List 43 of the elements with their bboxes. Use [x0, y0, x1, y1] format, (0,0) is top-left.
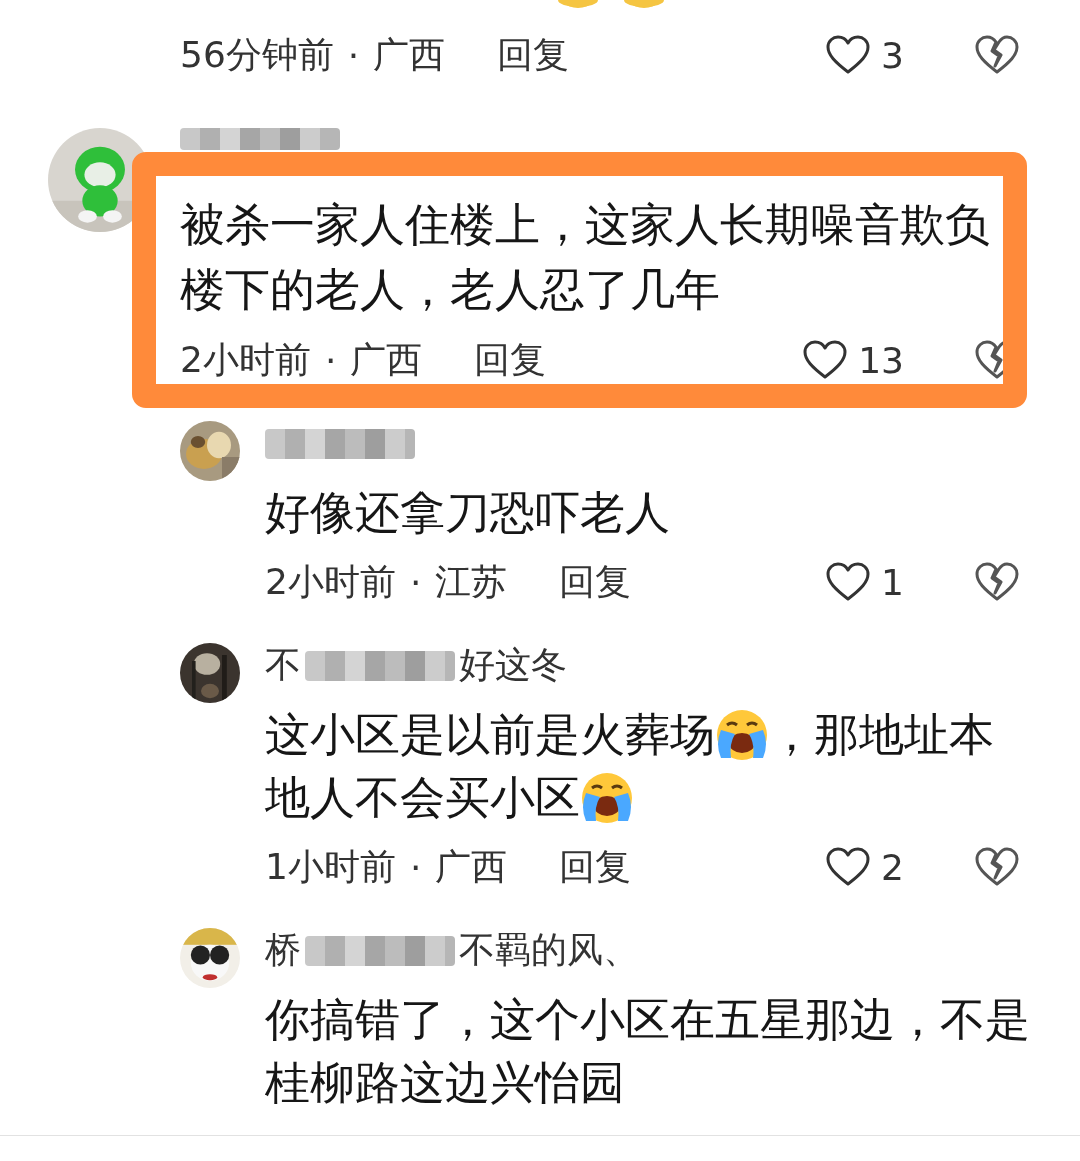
reply-link[interactable]: 回复 [474, 335, 547, 385]
comment-time: 2小时前 [180, 337, 311, 382]
emoji-icon [621, 0, 667, 8]
separator-dot: · [409, 561, 422, 603]
heart-icon[interactable] [825, 846, 872, 888]
user-name: 不羁的风、 [459, 928, 639, 972]
comment-text: 你搞错了，这个小区在五星那边，不是 [265, 992, 1030, 1048]
reply-link[interactable]: 回复 [559, 842, 632, 892]
like-count: 2 [881, 846, 904, 888]
comment-region: 江苏 [435, 559, 508, 604]
heart-icon[interactable] [825, 34, 872, 76]
crying-laughing-face-icon [580, 770, 634, 825]
separator-dot: · [409, 846, 422, 888]
broken-heart-icon[interactable] [974, 34, 1020, 76]
comment-region: 广西 [350, 337, 423, 382]
comment-time: 1小时前 [265, 844, 396, 889]
like-count: 3 [881, 34, 904, 76]
separator-dot: · [347, 34, 360, 76]
user-name: 不 [265, 643, 301, 687]
emoji-icon [555, 0, 601, 8]
comment-text: 地人不会买小区 [265, 770, 580, 826]
heart-icon[interactable] [825, 561, 872, 603]
comment-text: 好像还拿刀恐吓老人 [265, 485, 670, 541]
heart-icon[interactable] [802, 339, 849, 381]
comment-time: 56分钟前 [180, 32, 334, 77]
reply-link[interactable]: 回复 [497, 30, 570, 80]
comment-region: 广西 [435, 844, 508, 889]
comment-region: 广西 [373, 32, 446, 77]
crying-laughing-face-icon [715, 707, 769, 762]
broken-heart-icon[interactable] [974, 561, 1020, 603]
comment-text: 这小区是以前是火葬场 [265, 707, 715, 763]
like-count: 1 [881, 561, 904, 603]
user-name: 桥 [265, 928, 301, 972]
reply-link[interactable]: 回复 [559, 557, 632, 607]
user-name: 好这冬 [459, 643, 567, 687]
comment-text: ，那地址本 [769, 707, 994, 763]
broken-heart-icon[interactable] [974, 846, 1020, 888]
comment-time: 2小时前 [265, 559, 396, 604]
comment-text: 被杀一家人住楼上，这家人长期噪音欺负 [180, 197, 990, 253]
separator-dot: · [324, 339, 337, 381]
comment-text: 楼下的老人，老人忍了几年 [180, 262, 720, 318]
comment-text: 桂柳路这边兴怡园 [265, 1055, 625, 1111]
like-count: 13 [858, 339, 904, 381]
